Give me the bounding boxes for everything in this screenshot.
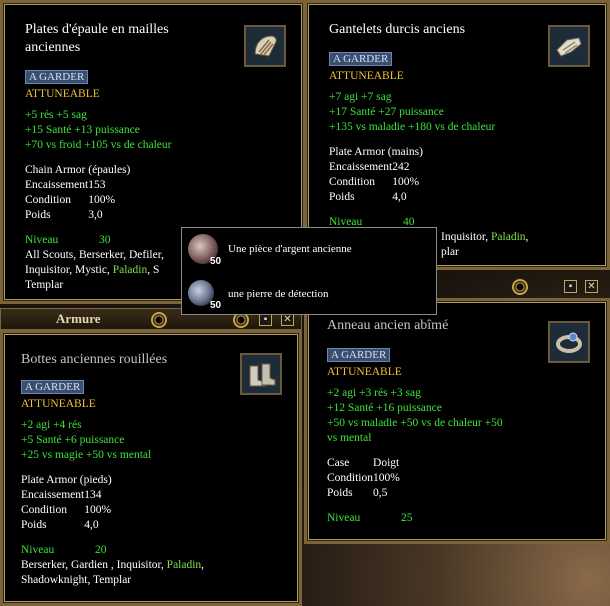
classes-line: plar xyxy=(441,246,459,258)
stat-line: +135 vs maladie +180 vs de chaleur xyxy=(329,121,496,133)
keep-tag: A GARDER xyxy=(21,380,85,394)
level-value: 20 xyxy=(95,544,107,556)
item-title: Anneau ancien abîmé xyxy=(327,318,449,333)
ring-window-titlebar[interactable]: ▪ ✕ xyxy=(454,276,610,298)
ring-icon xyxy=(548,321,590,363)
loot-item-label[interactable]: une pierre de détection xyxy=(228,288,328,300)
prop-value: 100% xyxy=(84,504,112,516)
prop-value: 134 xyxy=(84,489,102,501)
attuneable-label: ATTUNEABLE xyxy=(329,70,404,82)
prop-value: 4,0 xyxy=(392,191,407,203)
shoulder-armor-icon xyxy=(244,25,286,67)
stat-line: +70 vs froid +105 vs de chaleur xyxy=(25,139,172,151)
item-count: 50 xyxy=(210,300,222,311)
prop-value: 100% xyxy=(88,194,116,206)
prop-value: 3,0 xyxy=(88,209,103,221)
prop-key: Encaissement xyxy=(25,179,89,191)
stat-line: +2 agi +4 rés xyxy=(21,419,82,431)
classes-line: Inquisitor, Paladin, xyxy=(441,231,529,243)
window-title: Armure xyxy=(56,311,101,326)
level-label: Niveau xyxy=(327,512,361,524)
stat-line: +15 Santé +13 puissance xyxy=(25,124,140,136)
prop-key: Poids xyxy=(25,209,51,221)
item-title: Bottes anciennes rouillées xyxy=(21,352,168,367)
props-table: Encaissement 153 Condition 100% Poids 3,0 xyxy=(25,178,115,223)
item-window-boots: Bottes anciennes rouillées A GARDER ATTU… xyxy=(0,330,302,606)
stat-line: +12 Santé +16 puissance xyxy=(327,402,442,414)
prop-value: 4,0 xyxy=(84,519,99,531)
prop-key: Poids xyxy=(327,487,353,499)
attuneable-label: ATTUNEABLE xyxy=(21,398,96,410)
stat-line: +17 Santé +27 puissance xyxy=(329,106,444,118)
level-label: Niveau xyxy=(21,544,55,556)
minimize-button[interactable]: ▪ xyxy=(564,280,577,293)
level-label: Niveau xyxy=(25,234,59,246)
prop-key: Encaissement xyxy=(329,161,393,173)
prop-value: 0,5 xyxy=(373,487,388,499)
keep-tag: A GARDER xyxy=(327,348,391,362)
keep-tag: A GARDER xyxy=(329,52,393,66)
prop-key: Encaissement xyxy=(21,489,85,501)
prop-value: 100% xyxy=(392,176,420,188)
item-title: Gantelets durcis anciens xyxy=(329,22,466,37)
stat-line: +50 vs maladie +50 vs de chaleur +50 xyxy=(327,417,503,429)
classes-line: Shadowknight, Templar xyxy=(21,574,132,586)
stat-line: +2 agi +3 rés +3 sag xyxy=(327,387,421,399)
stat-line: +5 Santé +6 puissance xyxy=(21,434,125,446)
item-title: Plates d'épaule en mailles anciennes xyxy=(25,21,169,57)
stat-line: vs mental xyxy=(327,432,372,444)
item-title-line2: anciennes xyxy=(25,40,81,55)
props-table: Case Doigt Condition 100% Poids 0,5 xyxy=(327,456,400,501)
classes-line: All Scouts, Berserker, Defiler, xyxy=(25,249,164,261)
swirl-ornament-icon xyxy=(512,279,528,295)
attuneable-label: ATTUNEABLE xyxy=(327,366,402,378)
prop-value: Doigt xyxy=(373,457,400,469)
prop-key: Condition xyxy=(329,176,376,188)
stat-line: +7 agi +7 sag xyxy=(329,91,392,103)
classes-line: Berserker, Gardien , Inquisitor, Paladin… xyxy=(21,559,205,571)
prop-value: 100% xyxy=(373,472,400,484)
classes-line: Templar xyxy=(25,279,64,291)
close-button[interactable]: ✕ xyxy=(585,280,598,293)
item-title-line1: Plates d'épaule en mailles xyxy=(25,22,169,37)
props-table: Encaissement 242 Condition 100% Poids 4,0 xyxy=(329,160,419,205)
prop-value: 153 xyxy=(88,179,106,191)
loot-popup: 50 Une pièce d'argent ancienne 50 une pi… xyxy=(181,227,437,315)
level-value: 25 xyxy=(401,512,413,524)
loot-item-label[interactable]: Une pièce d'argent ancienne xyxy=(228,243,352,255)
armor-type: Plate Armor (mains) xyxy=(329,146,423,158)
prop-key: Poids xyxy=(21,519,47,531)
level-value: 30 xyxy=(99,234,111,246)
props-table: Encaissement 134 Condition 100% Poids 4,0 xyxy=(21,488,111,533)
prop-value: 242 xyxy=(392,161,410,173)
boots-icon xyxy=(240,353,282,395)
stat-line: +5 rés +5 sag xyxy=(25,109,87,121)
prop-key: Case xyxy=(327,457,350,469)
prop-key: Condition xyxy=(327,472,374,484)
stat-line: +25 vs magie +50 vs mental xyxy=(21,449,152,461)
attuneable-label: ATTUNEABLE xyxy=(25,88,100,100)
prop-key: Condition xyxy=(25,194,72,206)
swirl-ornament-icon xyxy=(151,312,167,328)
armor-type: Plate Armor (pieds) xyxy=(21,474,112,486)
prop-key: Poids xyxy=(329,191,355,203)
classes-line: Inquisitor, Mystic, Paladin, S xyxy=(25,264,160,276)
gauntlet-icon xyxy=(548,25,590,67)
item-window-ring: Anneau ancien abîmé A GARDER ATTUNEABLE … xyxy=(304,298,610,544)
keep-tag: A GARDER xyxy=(25,70,89,84)
armor-type: Chain Armor (épaules) xyxy=(25,164,131,176)
item-count: 50 xyxy=(210,256,222,267)
prop-key: Condition xyxy=(21,504,68,516)
